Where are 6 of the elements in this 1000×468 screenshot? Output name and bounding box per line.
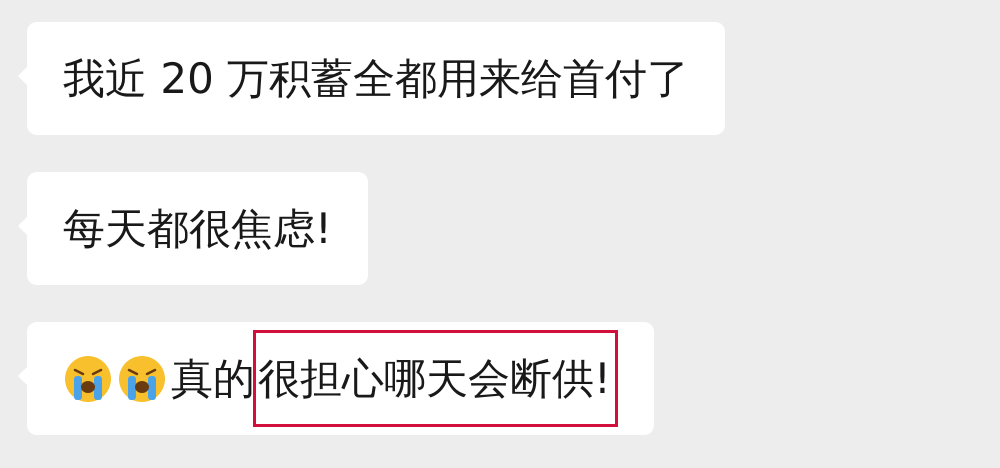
message-text: 每天都很焦虑! <box>63 203 332 255</box>
message-text: 真的 <box>171 353 255 405</box>
crying-face-icon <box>63 354 113 404</box>
crying-face-icon <box>117 354 167 404</box>
message-text: 我近 20 万积蓄全都用来给首付了 <box>63 53 690 105</box>
highlighted-text: 很担心哪天会断供! <box>253 330 618 427</box>
